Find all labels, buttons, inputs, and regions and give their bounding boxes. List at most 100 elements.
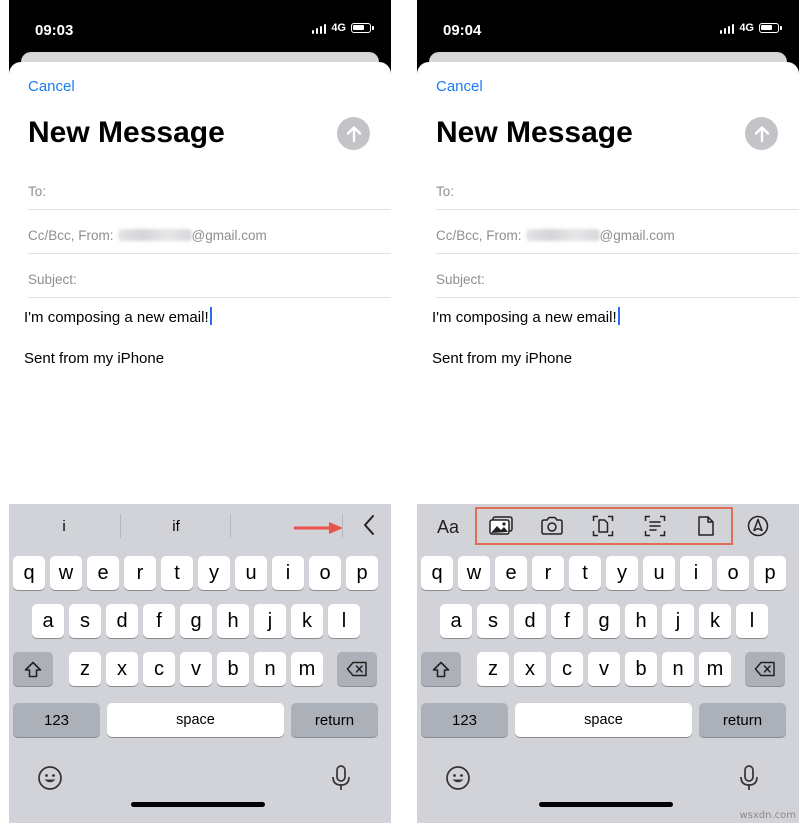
space-key[interactable]: space xyxy=(515,703,692,737)
camera-icon[interactable] xyxy=(540,515,564,537)
message-body[interactable]: I'm composing a new email! xyxy=(24,307,212,326)
key-j[interactable]: j xyxy=(662,604,694,638)
format-text-button[interactable]: Aa xyxy=(437,517,459,538)
to-field[interactable]: To: xyxy=(28,166,391,210)
key-p[interactable]: p xyxy=(754,556,786,590)
key-k[interactable]: k xyxy=(699,604,731,638)
numbers-key[interactable]: 123 xyxy=(13,703,100,737)
key-w[interactable]: w xyxy=(458,556,490,590)
send-button[interactable] xyxy=(745,117,778,150)
message-text: I'm composing a new email! xyxy=(24,309,209,326)
cancel-button[interactable]: Cancel xyxy=(436,78,483,95)
key-n[interactable]: n xyxy=(662,652,694,686)
key-o[interactable]: o xyxy=(309,556,341,590)
key-e[interactable]: e xyxy=(87,556,119,590)
key-p[interactable]: p xyxy=(346,556,378,590)
key-b[interactable]: b xyxy=(217,652,249,686)
key-row-1: q w e r t y u i o p xyxy=(9,556,391,590)
key-t[interactable]: t xyxy=(161,556,193,590)
key-g[interactable]: g xyxy=(180,604,212,638)
key-l[interactable]: l xyxy=(328,604,360,638)
return-key[interactable]: return xyxy=(699,703,786,737)
key-h[interactable]: h xyxy=(625,604,657,638)
to-label: To: xyxy=(436,184,455,199)
key-i[interactable]: i xyxy=(680,556,712,590)
key-z[interactable]: z xyxy=(477,652,509,686)
markup-icon[interactable] xyxy=(746,515,770,537)
key-r[interactable]: r xyxy=(532,556,564,590)
key-m[interactable]: m xyxy=(699,652,731,686)
key-a[interactable]: a xyxy=(440,604,472,638)
ccbcc-from-field[interactable]: Cc/Bcc, From: @gmail.com xyxy=(436,210,799,254)
chevron-left-icon[interactable] xyxy=(362,514,376,536)
space-key[interactable]: space xyxy=(107,703,284,737)
key-x[interactable]: x xyxy=(106,652,138,686)
key-g[interactable]: g xyxy=(588,604,620,638)
key-a[interactable]: a xyxy=(32,604,64,638)
key-t[interactable]: t xyxy=(569,556,601,590)
key-c[interactable]: c xyxy=(143,652,175,686)
key-v[interactable]: v xyxy=(180,652,212,686)
key-y[interactable]: y xyxy=(198,556,230,590)
text-cursor xyxy=(617,307,620,325)
key-l[interactable]: l xyxy=(736,604,768,638)
subject-field[interactable]: Subject: xyxy=(28,254,391,298)
key-m[interactable]: m xyxy=(291,652,323,686)
attach-file-icon[interactable] xyxy=(694,515,718,537)
key-f[interactable]: f xyxy=(551,604,583,638)
arrow-up-icon xyxy=(754,125,769,142)
key-j[interactable]: j xyxy=(254,604,286,638)
key-o[interactable]: o xyxy=(717,556,749,590)
watermark: wsxdn.com xyxy=(739,810,796,821)
delete-key[interactable] xyxy=(745,652,785,686)
key-f[interactable]: f xyxy=(143,604,175,638)
key-u[interactable]: u xyxy=(235,556,267,590)
microphone-icon[interactable] xyxy=(737,764,761,792)
key-d[interactable]: d xyxy=(514,604,546,638)
redacted-username xyxy=(525,229,600,241)
status-indicators: 4G xyxy=(719,22,782,34)
emoji-icon[interactable] xyxy=(445,765,471,791)
scan-text-icon[interactable] xyxy=(643,515,667,537)
numbers-key[interactable]: 123 xyxy=(421,703,508,737)
key-z[interactable]: z xyxy=(69,652,101,686)
key-w[interactable]: w xyxy=(50,556,82,590)
delete-icon xyxy=(754,661,775,677)
message-body[interactable]: I'm composing a new email! xyxy=(432,307,620,326)
signal-icon xyxy=(719,23,735,34)
key-u[interactable]: u xyxy=(643,556,675,590)
key-s[interactable]: s xyxy=(69,604,101,638)
key-e[interactable]: e xyxy=(495,556,527,590)
to-field[interactable]: To: xyxy=(436,166,799,210)
key-v[interactable]: v xyxy=(588,652,620,686)
shift-key[interactable] xyxy=(13,652,53,686)
key-i[interactable]: i xyxy=(272,556,304,590)
key-r[interactable]: r xyxy=(124,556,156,590)
subject-field[interactable]: Subject: xyxy=(436,254,799,298)
key-q[interactable]: q xyxy=(421,556,453,590)
photo-library-icon[interactable] xyxy=(489,515,513,537)
delete-key[interactable] xyxy=(337,652,377,686)
send-button[interactable] xyxy=(337,117,370,150)
key-x[interactable]: x xyxy=(514,652,546,686)
cancel-button[interactable]: Cancel xyxy=(28,78,75,95)
key-c[interactable]: c xyxy=(551,652,583,686)
phone-screen-left: 09:03 4G Cancel New Message To: Cc/Bcc, … xyxy=(9,0,391,823)
key-n[interactable]: n xyxy=(254,652,286,686)
key-q[interactable]: q xyxy=(13,556,45,590)
suggestion-1[interactable]: i xyxy=(52,518,76,535)
emoji-icon[interactable] xyxy=(37,765,63,791)
key-h[interactable]: h xyxy=(217,604,249,638)
key-b[interactable]: b xyxy=(625,652,657,686)
scan-document-icon[interactable] xyxy=(591,515,615,537)
key-k[interactable]: k xyxy=(291,604,323,638)
ccbcc-from-field[interactable]: Cc/Bcc, From: @gmail.com xyxy=(28,210,391,254)
suggestion-2[interactable]: if xyxy=(164,518,188,535)
key-s[interactable]: s xyxy=(477,604,509,638)
microphone-icon[interactable] xyxy=(329,764,353,792)
key-y[interactable]: y xyxy=(606,556,638,590)
key-d[interactable]: d xyxy=(106,604,138,638)
return-key[interactable]: return xyxy=(291,703,378,737)
shift-key[interactable] xyxy=(421,652,461,686)
subject-label: Subject: xyxy=(28,272,77,287)
